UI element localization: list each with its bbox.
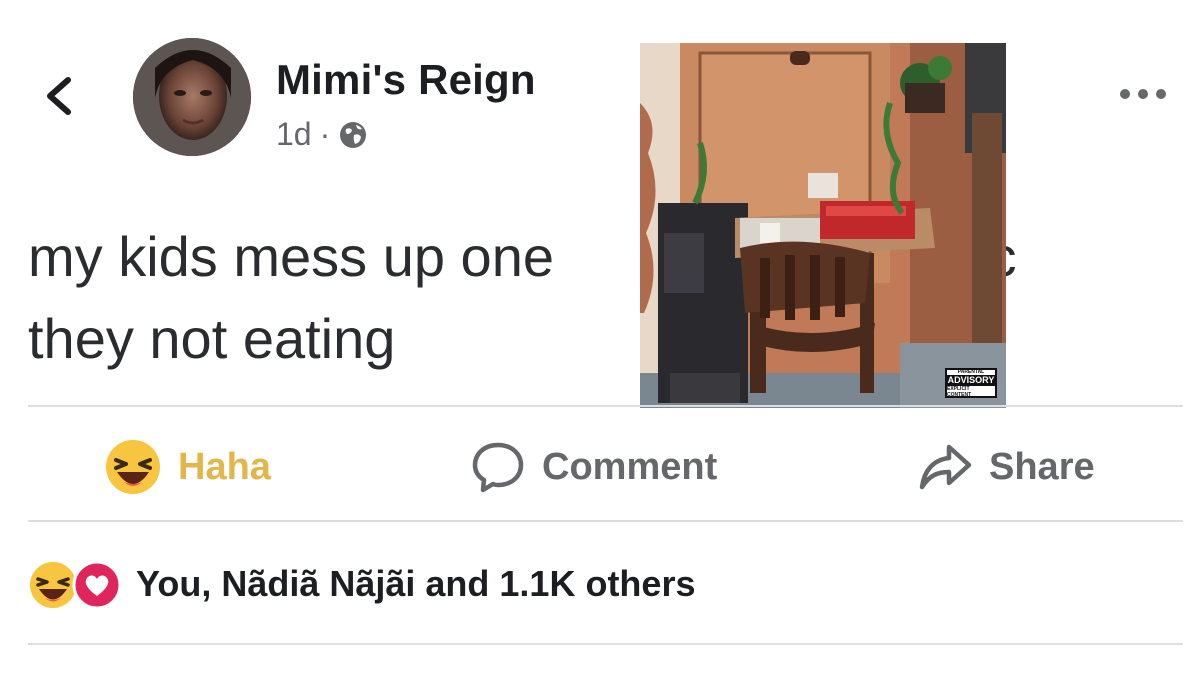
reaction-icons <box>28 556 124 612</box>
facebook-post: Mimi's Reign 1d · my kids mess up onelyr… <box>0 0 1200 685</box>
post-time[interactable]: 1d <box>276 116 312 153</box>
haha-label: Haha <box>178 445 271 488</box>
comment-icon <box>472 442 524 493</box>
meta-separator: · <box>319 116 331 152</box>
more-options-button[interactable] <box>1120 82 1172 106</box>
divider-top <box>28 405 1183 407</box>
author-name[interactable]: Mimi's Reign <box>276 56 536 104</box>
haha-icon <box>106 440 160 494</box>
globe-icon <box>340 121 367 148</box>
share-label: Share <box>989 445 1095 488</box>
reaction-summary-text: You, Nãdiã Nãjãi and 1.1K others <box>136 563 696 604</box>
advisory-bottom-text: EXPLICIT CONTENT <box>947 385 972 398</box>
haha-icon <box>28 560 78 610</box>
avatar-photo <box>133 38 251 156</box>
album-cover-art <box>640 43 1006 408</box>
more-dot <box>1156 89 1166 99</box>
haha-reaction-button[interactable]: Haha <box>104 432 271 502</box>
comment-button[interactable]: Comment <box>470 432 717 502</box>
parental-advisory-label: PARENTAL ADVISORY EXPLICIT CONTENT <box>945 368 997 398</box>
reactions-summary[interactable]: You, Nãdiã Nãjãi and 1.1K others <box>28 552 695 616</box>
more-dot <box>1138 89 1148 99</box>
comment-label: Comment <box>542 445 718 488</box>
album-cover-image: PARENTAL ADVISORY EXPLICIT CONTENT <box>640 43 1006 408</box>
post-meta: 1d · <box>276 116 368 153</box>
advisory-main-text: ADVISORY <box>947 374 995 386</box>
back-button[interactable] <box>40 72 84 120</box>
author-avatar[interactable] <box>133 38 251 156</box>
share-icon <box>919 444 972 490</box>
divider-bottom <box>28 643 1183 645</box>
chevron-left-icon <box>47 77 71 115</box>
share-button[interactable]: Share <box>917 432 1095 502</box>
more-dot <box>1120 89 1130 99</box>
divider-middle <box>28 520 1183 522</box>
love-icon <box>72 560 122 610</box>
post-text-line-1-start: my kids mess up one <box>28 225 554 288</box>
